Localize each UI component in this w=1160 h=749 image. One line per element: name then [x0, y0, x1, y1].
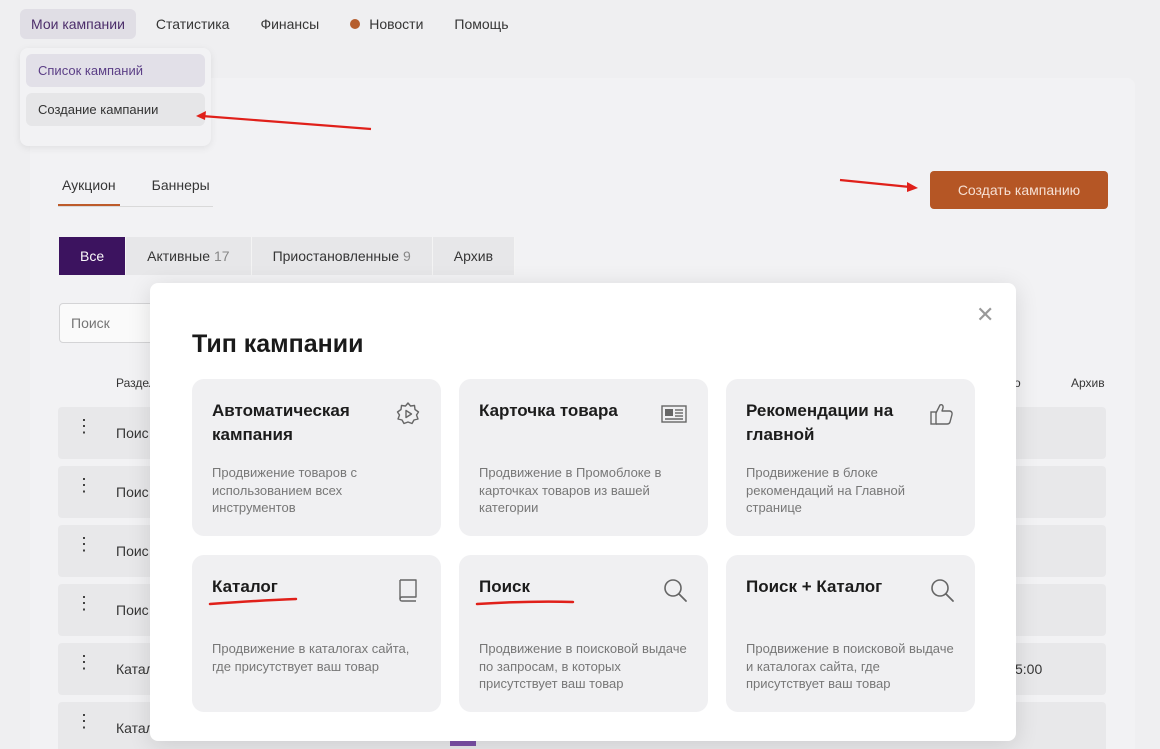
campaigns-dropdown: Список кампаний Создание кампании	[20, 48, 211, 146]
card-description: Продвижение в поисковой выдаче по запрос…	[479, 641, 687, 691]
dropdown-item-campaign-list[interactable]: Список кампаний	[26, 54, 205, 87]
campaign-type-card-recommendations[interactable]: Рекомендации на главной Продвижение в бл…	[726, 379, 975, 536]
campaign-type-modal: ✕ Тип кампании Автоматическая кампания П…	[150, 283, 1016, 741]
campaign-type-card-search[interactable]: Поиск Продвижение в поисковой выдаче по …	[459, 555, 708, 712]
card-title: Каталог	[212, 577, 278, 596]
card-title: Поиск	[479, 577, 531, 596]
campaign-type-grid: Автоматическая кампания Продвижение това…	[192, 379, 975, 712]
card-title: Поиск + Каталог	[746, 577, 883, 596]
campaign-type-card-automatic[interactable]: Автоматическая кампания Продвижение това…	[192, 379, 441, 536]
modal-title: Тип кампании	[192, 330, 364, 358]
close-icon[interactable]: ✕	[976, 304, 994, 326]
search-icon	[664, 579, 687, 602]
campaign-type-card-product[interactable]: Карточка товара Продвижение в Промоблоке…	[459, 379, 708, 536]
campaign-type-card-search-catalog[interactable]: Поиск + Каталог Продвижение в поисковой …	[726, 555, 975, 712]
card-description: Продвижение товаров с использованием все…	[212, 465, 357, 515]
red-arrow-annotation	[196, 111, 372, 131]
red-underline-annotation	[208, 597, 298, 606]
card-title: Автоматическая кампания	[212, 401, 350, 444]
search-icon	[931, 579, 954, 602]
card-description: Продвижение в каталогах сайта, где прису…	[212, 641, 410, 674]
product-card-icon	[661, 405, 687, 423]
card-description: Продвижение в Промоблоке в карточках тов…	[479, 465, 662, 515]
card-description: Продвижение в поисковой выдаче и каталог…	[746, 641, 954, 691]
book-icon	[399, 579, 417, 602]
card-title: Рекомендации на главной	[746, 401, 894, 444]
thumbs-up-icon	[930, 403, 953, 425]
card-description: Продвижение в блоке рекомендаций на Глав…	[746, 465, 905, 515]
dropdown-item-create-campaign[interactable]: Создание кампании	[26, 93, 205, 126]
red-underline-annotation	[475, 600, 575, 606]
campaign-type-card-catalog[interactable]: Каталог Продвижение в каталогах сайта, г…	[192, 555, 441, 712]
gear-play-icon	[396, 402, 420, 425]
red-arrow-annotation	[839, 178, 918, 192]
card-title: Карточка товара	[479, 401, 618, 420]
